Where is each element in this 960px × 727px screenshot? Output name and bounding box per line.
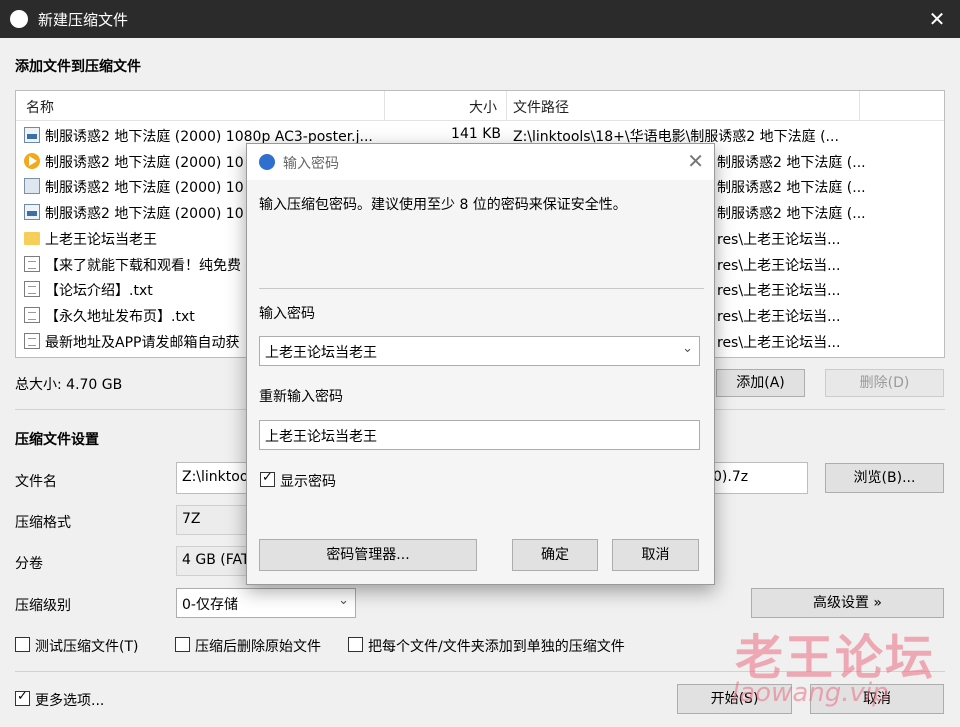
delete-button[interactable]: 删除(D) xyxy=(825,369,944,397)
text-file-icon xyxy=(24,255,40,272)
image-file-icon xyxy=(24,204,40,221)
file-name: 制服诱惑2 地下法庭 (2000) 10 xyxy=(45,180,244,197)
delete-after-label[interactable]: 压缩后删除原始文件 xyxy=(195,636,321,656)
password-input[interactable]: 上老王论坛当老王 ⌄ xyxy=(259,336,700,366)
more-options-checkbox[interactable] xyxy=(15,689,30,706)
filename-value-tail: 0).7z xyxy=(713,469,749,485)
dialog-title-bar: 输入密码 ✕ xyxy=(247,144,714,180)
more-options-label[interactable]: 更多选项... xyxy=(35,690,104,710)
file-name: 【来了就能下载和观看！纯免费 xyxy=(45,257,241,274)
section-settings: 压缩文件设置 xyxy=(15,432,99,448)
chevron-down-icon[interactable]: ⌄ xyxy=(682,341,693,356)
dialog-close-icon[interactable]: ✕ xyxy=(687,149,704,173)
confirm-password-label: 重新输入密码 xyxy=(259,389,343,405)
file-list-header: 名称 大小 文件路径 xyxy=(16,91,944,121)
file-size: 141 KB xyxy=(451,126,501,142)
file-name: 制服诱惑2 地下法庭 (2000) 10 xyxy=(45,206,244,223)
password-value: 上老王论坛当老王 xyxy=(265,345,377,361)
add-button[interactable]: 添加(A) xyxy=(716,369,805,397)
nfo-file-icon xyxy=(24,178,40,195)
window-title: 新建压缩文件 xyxy=(38,11,129,29)
total-size: 总大小: 4.70 GB xyxy=(15,377,123,393)
column-header-size[interactable]: 大小 xyxy=(469,97,497,117)
file-name: 上老王论坛当老王 xyxy=(45,231,157,248)
confirm-password-input[interactable]: 上老王论坛当老王 xyxy=(259,420,700,450)
dialog-ok-button[interactable]: 确定 xyxy=(512,539,598,571)
advanced-settings-button[interactable]: 高级设置 » xyxy=(751,588,944,618)
test-archive-label[interactable]: 测试压缩文件(T) xyxy=(35,636,138,656)
format-select[interactable]: 7Z xyxy=(176,505,251,535)
folder-icon xyxy=(24,231,40,245)
video-file-icon xyxy=(24,152,40,169)
app-logo-icon xyxy=(10,10,28,28)
text-file-icon xyxy=(24,332,40,349)
split-label: 分卷 xyxy=(15,556,43,572)
file-path: res\上老王论坛当... xyxy=(717,283,841,300)
file-path: res\上老王论坛当... xyxy=(717,231,841,248)
file-path: 制服诱惑2 地下法庭 (... xyxy=(717,206,866,223)
watermark-url: laowang.vip xyxy=(732,678,889,708)
show-password-label[interactable]: 显示密码 xyxy=(280,471,336,491)
column-header-path[interactable]: 文件路径 xyxy=(513,97,569,117)
level-select[interactable]: 0-仅存储 ⌄ xyxy=(176,588,356,618)
file-path: res\上老王论坛当... xyxy=(717,308,841,325)
dialog-hint: 输入压缩包密码。建议使用至少 8 位的密码来保证安全性。 xyxy=(259,197,627,213)
file-path: 制服诱惑2 地下法庭 (... xyxy=(717,180,866,197)
file-name: 最新地址及APP请发邮箱自动获 xyxy=(45,334,240,351)
browse-button[interactable]: 浏览(B)... xyxy=(825,463,944,493)
file-path: 制服诱惑2 地下法庭 (... xyxy=(717,154,866,171)
column-header-name[interactable]: 名称 xyxy=(26,97,54,117)
level-value: 0-仅存储 xyxy=(182,597,238,613)
format-label: 压缩格式 xyxy=(15,515,71,531)
file-path: res\上老王论坛当... xyxy=(717,257,841,274)
text-file-icon xyxy=(24,281,40,298)
dialog-title: 输入密码 xyxy=(283,156,339,172)
file-path: res\上老王论坛当... xyxy=(717,334,841,351)
dialog-app-icon xyxy=(259,154,275,170)
chevron-down-icon: ⌄ xyxy=(338,593,349,608)
image-file-icon xyxy=(24,127,40,143)
show-password-checkbox[interactable] xyxy=(260,470,275,487)
file-name: 制服诱惑2 地下法庭 (2000) 10 xyxy=(45,154,244,171)
file-name: 【永久地址发布页】.txt xyxy=(45,308,195,325)
password-dialog: 输入密码 ✕ 输入压缩包密码。建议使用至少 8 位的密码来保证安全性。 输入密码… xyxy=(246,143,715,585)
separate-archives-checkbox[interactable] xyxy=(348,637,363,652)
split-select[interactable]: 4 GB (FAT xyxy=(176,546,251,576)
section-add-files: 添加文件到压缩文件 xyxy=(15,59,141,75)
separate-archives-label[interactable]: 把每个文件/文件夹添加到单独的压缩文件 xyxy=(368,636,625,656)
level-label: 压缩级别 xyxy=(15,598,71,614)
close-icon[interactable]: ✕ xyxy=(924,6,950,32)
password-label: 输入密码 xyxy=(259,306,315,322)
confirm-password-value: 上老王论坛当老王 xyxy=(265,429,377,445)
filename-value: Z:\linktoo xyxy=(182,469,249,485)
delete-after-checkbox[interactable] xyxy=(175,637,190,652)
file-name: 【论坛介绍】.txt xyxy=(45,283,153,300)
test-archive-checkbox[interactable] xyxy=(15,637,30,652)
dialog-cancel-button[interactable]: 取消 xyxy=(612,539,699,571)
text-file-icon xyxy=(24,306,40,323)
dialog-divider xyxy=(259,288,704,289)
filename-label: 文件名 xyxy=(15,474,57,490)
password-manager-button[interactable]: 密码管理器... xyxy=(259,539,477,571)
title-bar: 新建压缩文件 ✕ xyxy=(0,0,960,38)
